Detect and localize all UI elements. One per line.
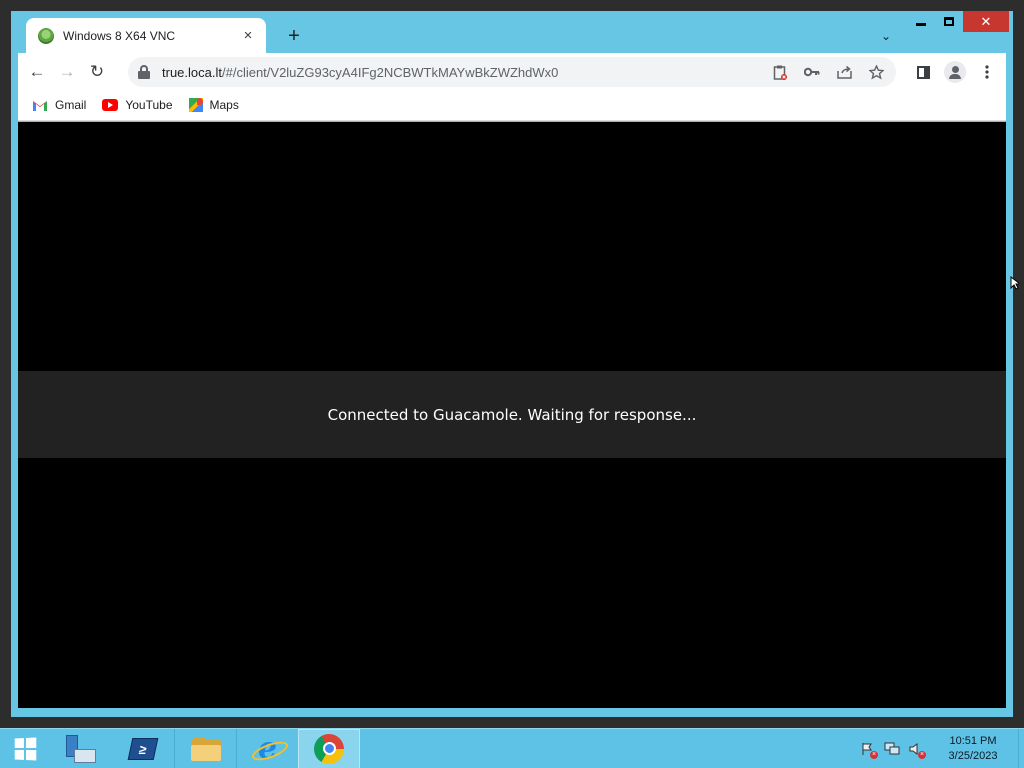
volume-muted-icon[interactable]: × [904, 739, 928, 759]
guacamole-favicon-icon [38, 27, 54, 44]
clock-time: 10:51 PM [949, 735, 997, 747]
maps-icon [188, 98, 203, 112]
key-icon[interactable] [798, 58, 826, 86]
browser-tab-active[interactable]: Windows 8 X64 VNC × [26, 18, 266, 53]
bookmarks-bar: Gmail YouTube Maps [18, 90, 1006, 121]
bookmark-label: YouTube [125, 98, 173, 112]
taskbar-powershell[interactable]: ≥ [112, 729, 174, 768]
folder-icon [190, 736, 221, 761]
bookmark-youtube[interactable]: YouTube [102, 98, 173, 112]
address-bar[interactable]: true.loca.lt /#/client/V2luZG93cyA4IFg2N… [128, 57, 896, 87]
bookmark-label: Maps [209, 98, 239, 112]
browser-window: ✕ Windows 8 X64 VNC × + ⌄ ← → ↻ true.loc… [11, 11, 1013, 717]
taskbar-server-manager[interactable] [50, 729, 112, 768]
chrome-icon [314, 733, 344, 764]
url-host: true.loca.lt [162, 64, 222, 80]
tab-close-icon[interactable]: × [240, 27, 256, 44]
internet-explorer-icon: e [253, 731, 283, 766]
tab-search-chevron-icon[interactable]: ⌄ [877, 27, 895, 45]
omnibox-actions [766, 57, 890, 87]
system-clock[interactable]: 10:51 PM 3/25/2023 [932, 734, 1014, 764]
tab-strip: Windows 8 X64 VNC × + ⌄ [18, 11, 1013, 53]
toolbar-right-actions [908, 57, 1002, 87]
browser-toolbar: ← → ↻ true.loca.lt /#/client/V2luZG93cyA… [18, 53, 1006, 90]
taskbar-google-chrome[interactable] [298, 728, 360, 768]
taskbar-file-explorer[interactable] [174, 728, 236, 768]
tab-title: Windows 8 X64 VNC [63, 28, 176, 43]
powershell-icon: ≥ [127, 737, 159, 760]
clock-date: 3/25/2023 [948, 750, 998, 762]
menu-button[interactable] [972, 57, 1002, 87]
network-icon[interactable] [880, 739, 904, 759]
forward-button[interactable]: → [52, 57, 82, 87]
url-path: /#/client/V2luZG93cyA4IFg2NCBWTkMAYwBkZW… [221, 64, 559, 80]
reload-button[interactable]: ↻ [82, 57, 112, 87]
avatar-icon [944, 61, 966, 83]
bookmark-label: Gmail [55, 98, 87, 112]
share-icon[interactable] [830, 58, 858, 86]
lock-icon[interactable] [138, 65, 150, 79]
side-panel-icon [916, 65, 930, 79]
system-tray: × × 10:51 PM 3/25/2023 [856, 729, 1024, 768]
windows-logo-icon [14, 736, 37, 761]
connection-status-text: Connected to Guacamole. Waiting for resp… [327, 405, 697, 424]
profile-button[interactable] [940, 57, 970, 87]
bookmark-gmail[interactable]: Gmail [32, 98, 86, 112]
bookmark-star-icon[interactable] [862, 58, 890, 86]
remote-desktop-viewport[interactable]: Connected to Guacamole. Waiting for resp… [18, 122, 1006, 708]
connection-status-notification: Connected to Guacamole. Waiting for resp… [18, 371, 1006, 458]
gmail-icon [33, 101, 47, 111]
server-manager-icon [66, 734, 96, 763]
new-tab-button[interactable]: + [280, 24, 308, 48]
clipboard-blocked-icon[interactable] [766, 58, 794, 86]
back-button[interactable]: ← [22, 57, 52, 87]
start-button[interactable] [0, 729, 50, 768]
youtube-icon [102, 99, 119, 111]
kebab-menu-icon [985, 65, 989, 79]
show-desktop-button[interactable] [1018, 729, 1024, 768]
bookmark-maps[interactable]: Maps [188, 98, 239, 112]
side-panel-button[interactable] [908, 57, 938, 87]
taskbar: ≥ e × × 10:51 PM 3/25/2023 [0, 728, 1024, 768]
action-center-flag-icon[interactable]: × [856, 739, 880, 759]
taskbar-internet-explorer[interactable]: e [236, 728, 298, 768]
